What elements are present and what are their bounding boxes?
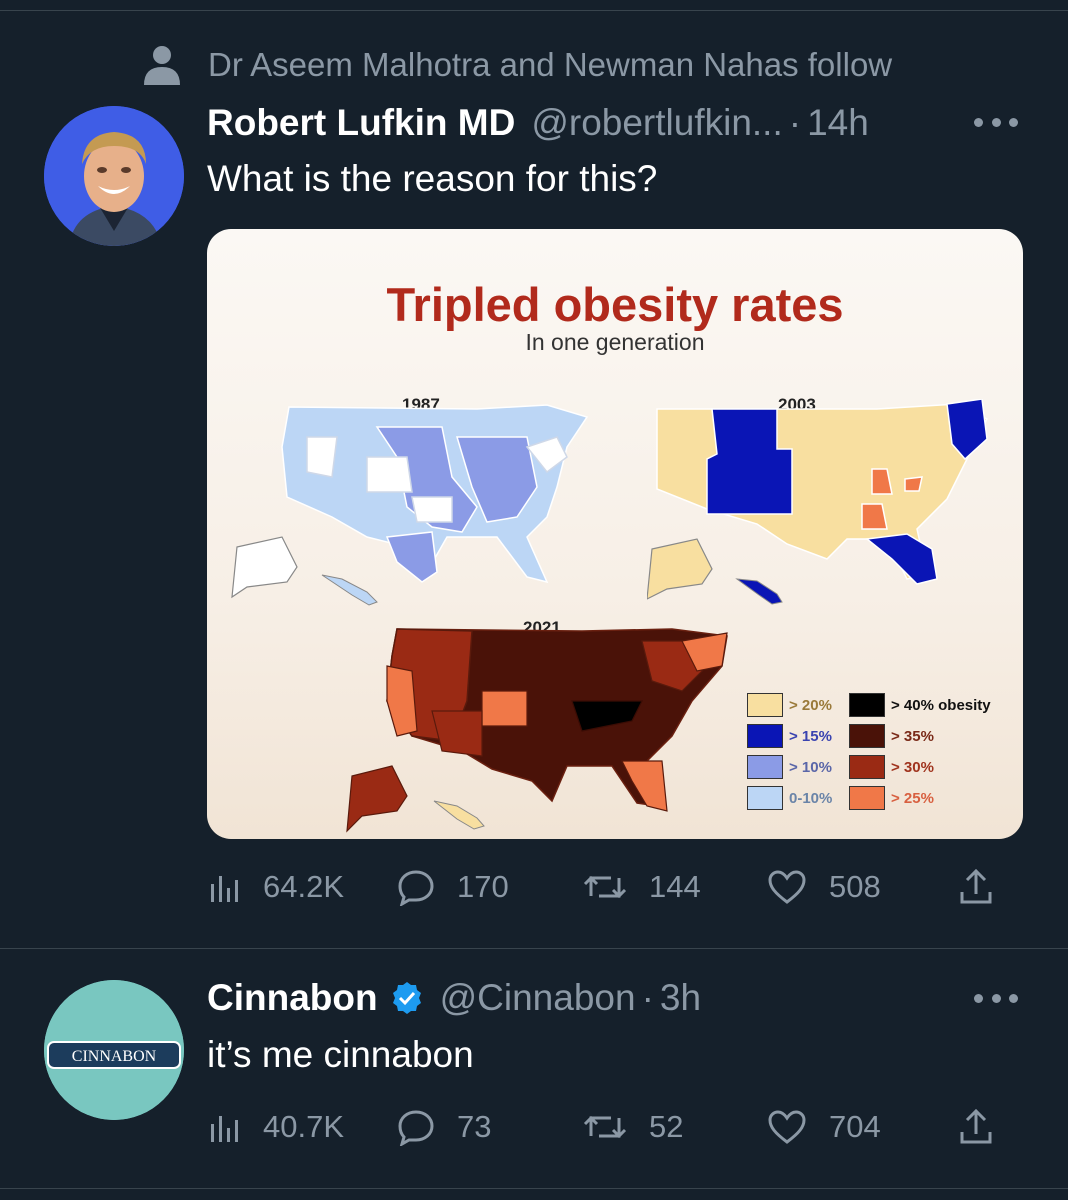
like-button[interactable]: 508 bbox=[767, 862, 881, 912]
map-1987 bbox=[231, 404, 589, 606]
tweet-text: What is the reason for this? bbox=[207, 158, 658, 199]
share-icon bbox=[960, 868, 992, 904]
author-handle[interactable]: @robertlufkin... bbox=[531, 102, 782, 144]
share-icon bbox=[960, 1108, 992, 1144]
author-name[interactable]: Cinnabon bbox=[207, 977, 378, 1019]
tweet-divider bbox=[0, 948, 1068, 949]
views-icon bbox=[211, 876, 238, 902]
retweet-count: 52 bbox=[649, 1109, 684, 1144]
retweet-button[interactable]: 144 bbox=[583, 862, 701, 912]
verified-badge-icon[interactable] bbox=[390, 981, 424, 1015]
legend-swatch bbox=[849, 755, 885, 779]
author-handle[interactable]: @Cinnabon bbox=[440, 977, 636, 1019]
legend-swatch bbox=[747, 755, 783, 779]
tweet-header: Cinnabon @Cinnabon · 3h bbox=[207, 977, 701, 1019]
tweet-media[interactable]: Tripled obesity rates In one generation … bbox=[207, 229, 1023, 839]
media-title: Tripled obesity rates bbox=[386, 278, 844, 331]
legend-item: > 20% bbox=[747, 693, 832, 717]
social-context[interactable]: Dr Aseem Malhotra and Newman Nahas follo… bbox=[140, 40, 892, 90]
legend-item: > 25% bbox=[849, 786, 934, 810]
views-icon bbox=[211, 1116, 238, 1142]
tweet-actions: 64.2K 170 144 508 bbox=[207, 862, 1007, 912]
views-count: 40.7K bbox=[263, 1109, 345, 1144]
like-button[interactable]: 704 bbox=[767, 1102, 881, 1152]
avatar[interactable]: CINNABON bbox=[44, 980, 184, 1120]
legend-swatch bbox=[747, 724, 783, 748]
legend-item: > 40% obesity bbox=[849, 693, 991, 717]
cinnabon-logo: CINNABON bbox=[44, 980, 184, 1120]
reply-icon bbox=[398, 870, 434, 906]
retweet-button[interactable]: 52 bbox=[583, 1102, 683, 1152]
more-icon[interactable] bbox=[974, 118, 1018, 130]
bottom-divider bbox=[0, 1188, 1068, 1189]
retweet-icon bbox=[583, 1115, 627, 1139]
media-subtitle: In one generation bbox=[525, 329, 705, 355]
tweet-header: Robert Lufkin MD @robertlufkin... · 14h bbox=[207, 102, 869, 144]
more-icon[interactable] bbox=[974, 994, 1018, 1006]
reply-count: 73 bbox=[457, 1109, 492, 1144]
timestamp[interactable]: 3h bbox=[660, 977, 701, 1019]
separator: · bbox=[788, 102, 802, 143]
views-button[interactable]: 40.7K bbox=[207, 1102, 344, 1152]
like-count: 508 bbox=[829, 869, 881, 904]
legend-item: > 10% bbox=[747, 755, 832, 779]
legend-item: > 35% bbox=[849, 724, 934, 748]
like-icon bbox=[768, 1110, 806, 1144]
social-context-text: Dr Aseem Malhotra and Newman Nahas follo… bbox=[208, 46, 893, 83]
legend-item: > 15% bbox=[747, 724, 832, 748]
top-divider bbox=[0, 10, 1068, 11]
share-button[interactable] bbox=[957, 862, 1017, 912]
like-icon bbox=[768, 870, 806, 904]
avatar-text: CINNABON bbox=[72, 1048, 157, 1065]
separator: · bbox=[641, 977, 654, 1018]
avatar-photo bbox=[44, 106, 184, 246]
legend-item: 0-10% bbox=[747, 786, 832, 810]
legend-swatch bbox=[849, 693, 885, 717]
timestamp[interactable]: 14h bbox=[807, 102, 869, 144]
share-button[interactable] bbox=[957, 1102, 1017, 1152]
legend-swatch bbox=[747, 786, 783, 810]
reply-icon bbox=[398, 1110, 434, 1146]
reply-button[interactable]: 170 bbox=[397, 862, 509, 912]
like-count: 704 bbox=[829, 1109, 881, 1144]
tweet-text: it’s me cinnabon bbox=[207, 1034, 474, 1075]
reply-button[interactable]: 73 bbox=[397, 1102, 491, 1152]
retweet-icon bbox=[583, 875, 627, 899]
reply-count: 170 bbox=[457, 869, 509, 904]
views-button[interactable]: 64.2K bbox=[207, 862, 344, 912]
legend-swatch bbox=[849, 724, 885, 748]
map-2021 bbox=[346, 628, 728, 833]
legend-swatch bbox=[747, 693, 783, 717]
person-icon bbox=[144, 46, 180, 85]
views-count: 64.2K bbox=[263, 869, 345, 904]
author-name[interactable]: Robert Lufkin MD bbox=[207, 102, 515, 144]
tweet-actions: 40.7K 73 52 704 bbox=[207, 1102, 1007, 1152]
avatar[interactable] bbox=[44, 106, 184, 246]
legend-swatch bbox=[849, 786, 885, 810]
map-2003 bbox=[647, 399, 989, 605]
legend-item: > 30% bbox=[849, 755, 934, 779]
retweet-count: 144 bbox=[649, 869, 701, 904]
